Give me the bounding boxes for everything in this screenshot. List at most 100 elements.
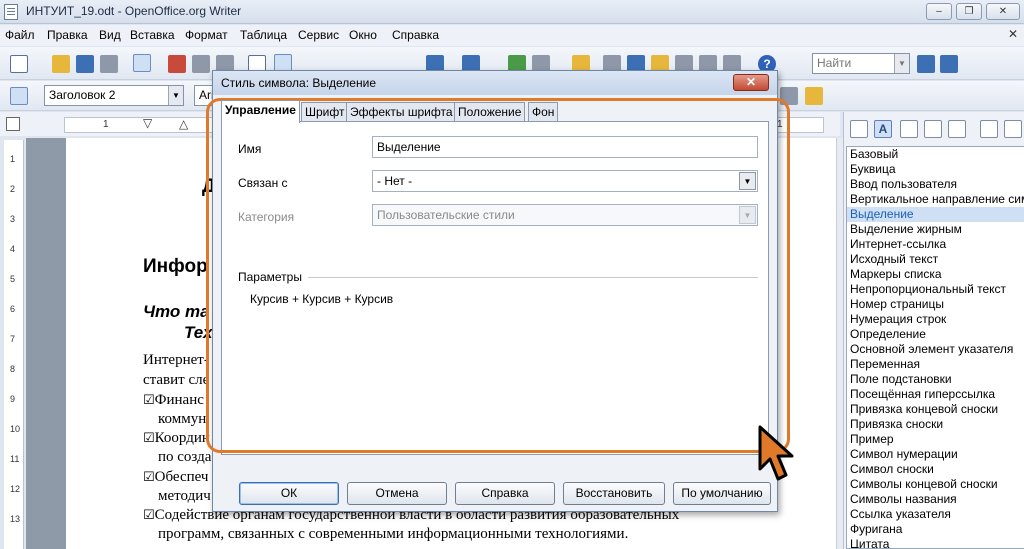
style-list-item[interactable]: Фуригана xyxy=(847,522,1024,537)
style-list-item[interactable]: Посещённая гиперссылка xyxy=(847,387,1024,402)
style-list-item[interactable]: Привязка сноски xyxy=(847,417,1024,432)
style-list-item[interactable]: Ввод пользователя xyxy=(847,177,1024,192)
menu-table[interactable]: Таблица xyxy=(240,28,287,42)
highlighting-icon[interactable] xyxy=(780,87,798,105)
frame-styles-icon[interactable] xyxy=(900,120,918,138)
style-list-item[interactable]: Номер страницы xyxy=(847,297,1024,312)
open-icon[interactable] xyxy=(52,55,70,73)
style-list-item[interactable]: Выделение xyxy=(847,207,1024,222)
style-list-item[interactable]: Символ нумерации xyxy=(847,447,1024,462)
style-list-item[interactable]: Символы концевой сноски xyxy=(847,477,1024,492)
style-list-item[interactable]: Определение xyxy=(847,327,1024,342)
vruler-mark: 8 xyxy=(10,364,16,374)
new-document-icon[interactable] xyxy=(10,55,28,73)
linked-with-select[interactable]: - Нет - ▼ xyxy=(372,170,758,192)
style-list-item[interactable]: Переменная xyxy=(847,357,1024,372)
tab-font-effects[interactable]: Эффекты шрифта xyxy=(346,102,457,122)
ruler-mark: 1 xyxy=(103,119,109,130)
close-window-button[interactable]: ✕ xyxy=(986,3,1020,20)
tab-font[interactable]: Шрифт xyxy=(301,102,349,122)
character-styles-icon[interactable]: A xyxy=(874,120,892,138)
minimize-button[interactable]: – xyxy=(926,3,952,20)
category-label: Категория xyxy=(238,210,295,224)
mouse-cursor-icon xyxy=(758,425,794,481)
style-list-item[interactable]: Символ сноски xyxy=(847,462,1024,477)
menu-edit[interactable]: Правка xyxy=(47,28,88,42)
linked-with-value: - Нет - xyxy=(377,174,413,188)
style-list-item[interactable]: Маркеры списка xyxy=(847,267,1024,282)
style-list-item[interactable]: Пример xyxy=(847,432,1024,447)
standard-button[interactable]: По умолчанию xyxy=(673,482,771,505)
email-icon[interactable] xyxy=(100,55,118,73)
paragraph-style-select[interactable]: Заголовок 2 ▼ xyxy=(44,85,184,106)
indent-marker-icon[interactable]: △ xyxy=(179,117,188,131)
page-styles-icon[interactable] xyxy=(924,120,942,138)
menu-tools[interactable]: Сервис xyxy=(298,28,339,42)
chevron-down-icon[interactable]: ▼ xyxy=(168,86,183,105)
style-list-item[interactable]: Базовый xyxy=(847,147,1024,162)
style-list-item[interactable]: Непропорциональный текст xyxy=(847,282,1024,297)
doc-bullet-item: ☑Финанс xyxy=(143,392,204,409)
ok-button[interactable]: ОК xyxy=(239,482,339,505)
style-list-item[interactable]: Вертикальное направление символов xyxy=(847,192,1024,207)
restore-button[interactable]: ❐ xyxy=(956,3,982,20)
vertical-scrollbar[interactable] xyxy=(836,138,843,549)
chevron-down-icon[interactable]: ▼ xyxy=(739,172,756,190)
styles-list[interactable]: Базовый Буквица Ввод пользователя Вертикаль… xyxy=(846,146,1024,549)
style-list-item[interactable]: Символы названия xyxy=(847,492,1024,507)
style-list-item[interactable]: Выделение жирным xyxy=(847,222,1024,237)
save-icon[interactable] xyxy=(76,55,94,73)
reset-button[interactable]: Восстановить xyxy=(563,482,665,505)
find-next-icon[interactable] xyxy=(917,55,935,73)
find-previous-icon[interactable] xyxy=(940,55,958,73)
list-styles-icon[interactable] xyxy=(948,120,966,138)
styles-formatting-icon[interactable] xyxy=(10,87,28,105)
vruler-mark: 4 xyxy=(10,244,16,254)
help-button[interactable]: Справка xyxy=(455,482,555,505)
vertical-ruler: 1 2 3 4 5 6 7 8 9 10 11 12 13 xyxy=(4,140,24,549)
vruler-mark: 9 xyxy=(10,394,16,404)
export-pdf-icon[interactable] xyxy=(168,55,186,73)
tab-organizer[interactable]: Управление xyxy=(221,100,300,123)
doc-subheading-1: Что та xyxy=(143,302,210,321)
menu-help[interactable]: Справка xyxy=(392,28,439,42)
close-document-icon[interactable]: ✕ xyxy=(1008,27,1018,41)
style-list-item[interactable]: Цитата xyxy=(847,537,1024,548)
style-list-item[interactable]: Интернет-ссылка xyxy=(847,237,1024,252)
dialog-close-button[interactable]: ✕ xyxy=(733,74,769,91)
menu-insert[interactable]: Вставка xyxy=(130,28,175,42)
doc-bullet-item: ☑Обеспеч xyxy=(143,469,208,486)
doc-bullet-continuation: методич xyxy=(158,488,211,504)
paragraph-styles-icon[interactable] xyxy=(850,120,868,138)
style-list-item[interactable]: Привязка концевой сноски xyxy=(847,402,1024,417)
indent-marker-icon[interactable]: ▽ xyxy=(143,116,152,130)
menu-window[interactable]: Окно xyxy=(349,28,377,42)
new-style-icon[interactable] xyxy=(1004,120,1022,138)
cancel-button[interactable]: Отмена xyxy=(347,482,447,505)
bullet-text: Финанс xyxy=(154,392,204,408)
tab-type-selector[interactable] xyxy=(6,117,20,131)
edit-mode-icon[interactable] xyxy=(133,54,151,72)
style-list-item[interactable]: Основной элемент указателя xyxy=(847,342,1024,357)
style-list-item[interactable]: Буквица xyxy=(847,162,1024,177)
find-input[interactable]: Найти ▼ xyxy=(812,53,910,74)
bullet-text: Обеспеч xyxy=(154,469,209,485)
chevron-down-icon[interactable]: ▼ xyxy=(894,54,909,73)
style-list-item[interactable]: Исходный текст xyxy=(847,252,1024,267)
style-list-item[interactable]: Поле подстановки xyxy=(847,372,1024,387)
name-field[interactable]: Выделение xyxy=(372,136,758,158)
background-color-icon[interactable] xyxy=(805,87,823,105)
style-list-item[interactable]: Ссылка указателя xyxy=(847,507,1024,522)
vruler-mark: 12 xyxy=(10,484,21,494)
checkbox-bullet-icon: ☑ xyxy=(143,393,155,408)
menu-view[interactable]: Вид xyxy=(99,28,121,42)
menu-format[interactable]: Формат xyxy=(185,28,228,42)
vruler-mark: 3 xyxy=(10,214,16,224)
vruler-mark: 6 xyxy=(10,304,16,314)
fill-format-icon[interactable] xyxy=(980,120,998,138)
tab-background[interactable]: Фон xyxy=(528,102,559,122)
print-icon[interactable] xyxy=(192,55,210,73)
style-list-item[interactable]: Нумерация строк xyxy=(847,312,1024,327)
tab-position[interactable]: Положение xyxy=(454,102,526,122)
menu-file[interactable]: Файл xyxy=(5,28,35,42)
